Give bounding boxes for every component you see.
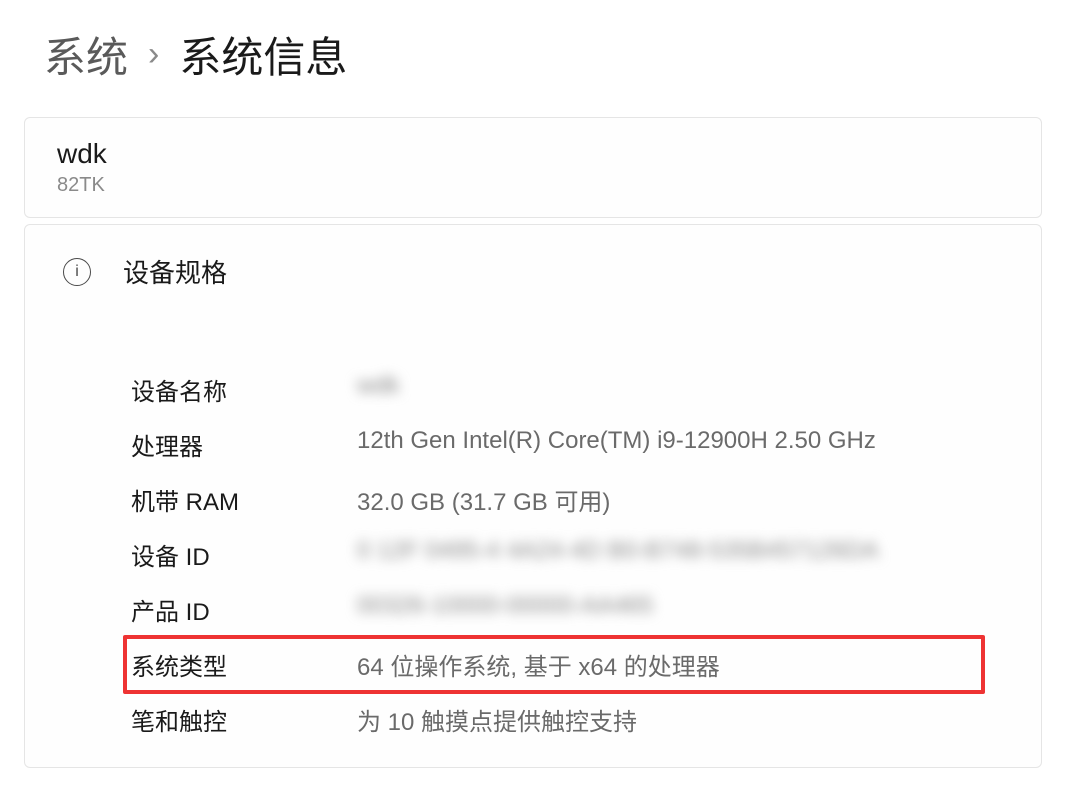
device-name: wdk <box>57 138 1009 170</box>
device-header-card: wdk 82TK <box>24 117 1042 218</box>
spec-value: wdk <box>357 372 1009 400</box>
specs-body: 设备名称wdk处理器12th Gen Intel(R) Core(TM) i9-… <box>25 342 1041 767</box>
breadcrumb-current: 系统信息 <box>179 24 347 85</box>
spec-label: 处理器 <box>131 427 357 462</box>
spec-row: 设备名称wdk <box>131 362 1009 417</box>
spec-row: 设备 ID0 12F 0495-4 4A24-4D B0-B748-535B45… <box>131 527 1009 582</box>
specs-title: 设备规格 <box>123 253 227 290</box>
spec-label: 笔和触控 <box>131 702 357 737</box>
device-specs-card: i 设备规格 设备名称wdk处理器12th Gen Intel(R) Core(… <box>24 224 1042 768</box>
spec-value: 为 10 触摸点提供触控支持 <box>357 702 1009 737</box>
breadcrumb: 系统 › 系统信息 <box>0 0 1066 109</box>
spec-label: 产品 ID <box>131 592 357 627</box>
spec-label: 设备名称 <box>131 372 357 407</box>
chevron-right-icon: › <box>148 35 159 74</box>
spec-value: 0 12F 0495-4 4A24-4D B0-B748-535B457126D… <box>357 537 1009 565</box>
spec-value: 32.0 GB (31.7 GB 可用) <box>357 482 1009 517</box>
spec-label: 系统类型 <box>131 647 357 682</box>
spec-row: 产品 ID00326-10000-00000-AA465 <box>131 582 1009 637</box>
spec-value: 00326-10000-00000-AA465 <box>357 592 1009 620</box>
spec-row: 笔和触控为 10 触摸点提供触控支持 <box>131 692 1009 747</box>
spec-row: 系统类型64 位操作系统, 基于 x64 的处理器 <box>131 637 1009 692</box>
spec-label: 设备 ID <box>131 537 357 572</box>
spec-row: 机带 RAM32.0 GB (31.7 GB 可用) <box>131 472 1009 527</box>
specs-header[interactable]: i 设备规格 <box>25 225 1041 318</box>
breadcrumb-parent[interactable]: 系统 <box>44 24 128 85</box>
spec-value: 12th Gen Intel(R) Core(TM) i9-12900H 2.5… <box>357 427 1009 455</box>
spec-row: 处理器12th Gen Intel(R) Core(TM) i9-12900H … <box>131 417 1009 472</box>
device-model: 82TK <box>57 174 1009 197</box>
info-icon: i <box>63 258 91 286</box>
spec-label: 机带 RAM <box>131 482 357 517</box>
spec-value: 64 位操作系统, 基于 x64 的处理器 <box>357 647 1009 682</box>
